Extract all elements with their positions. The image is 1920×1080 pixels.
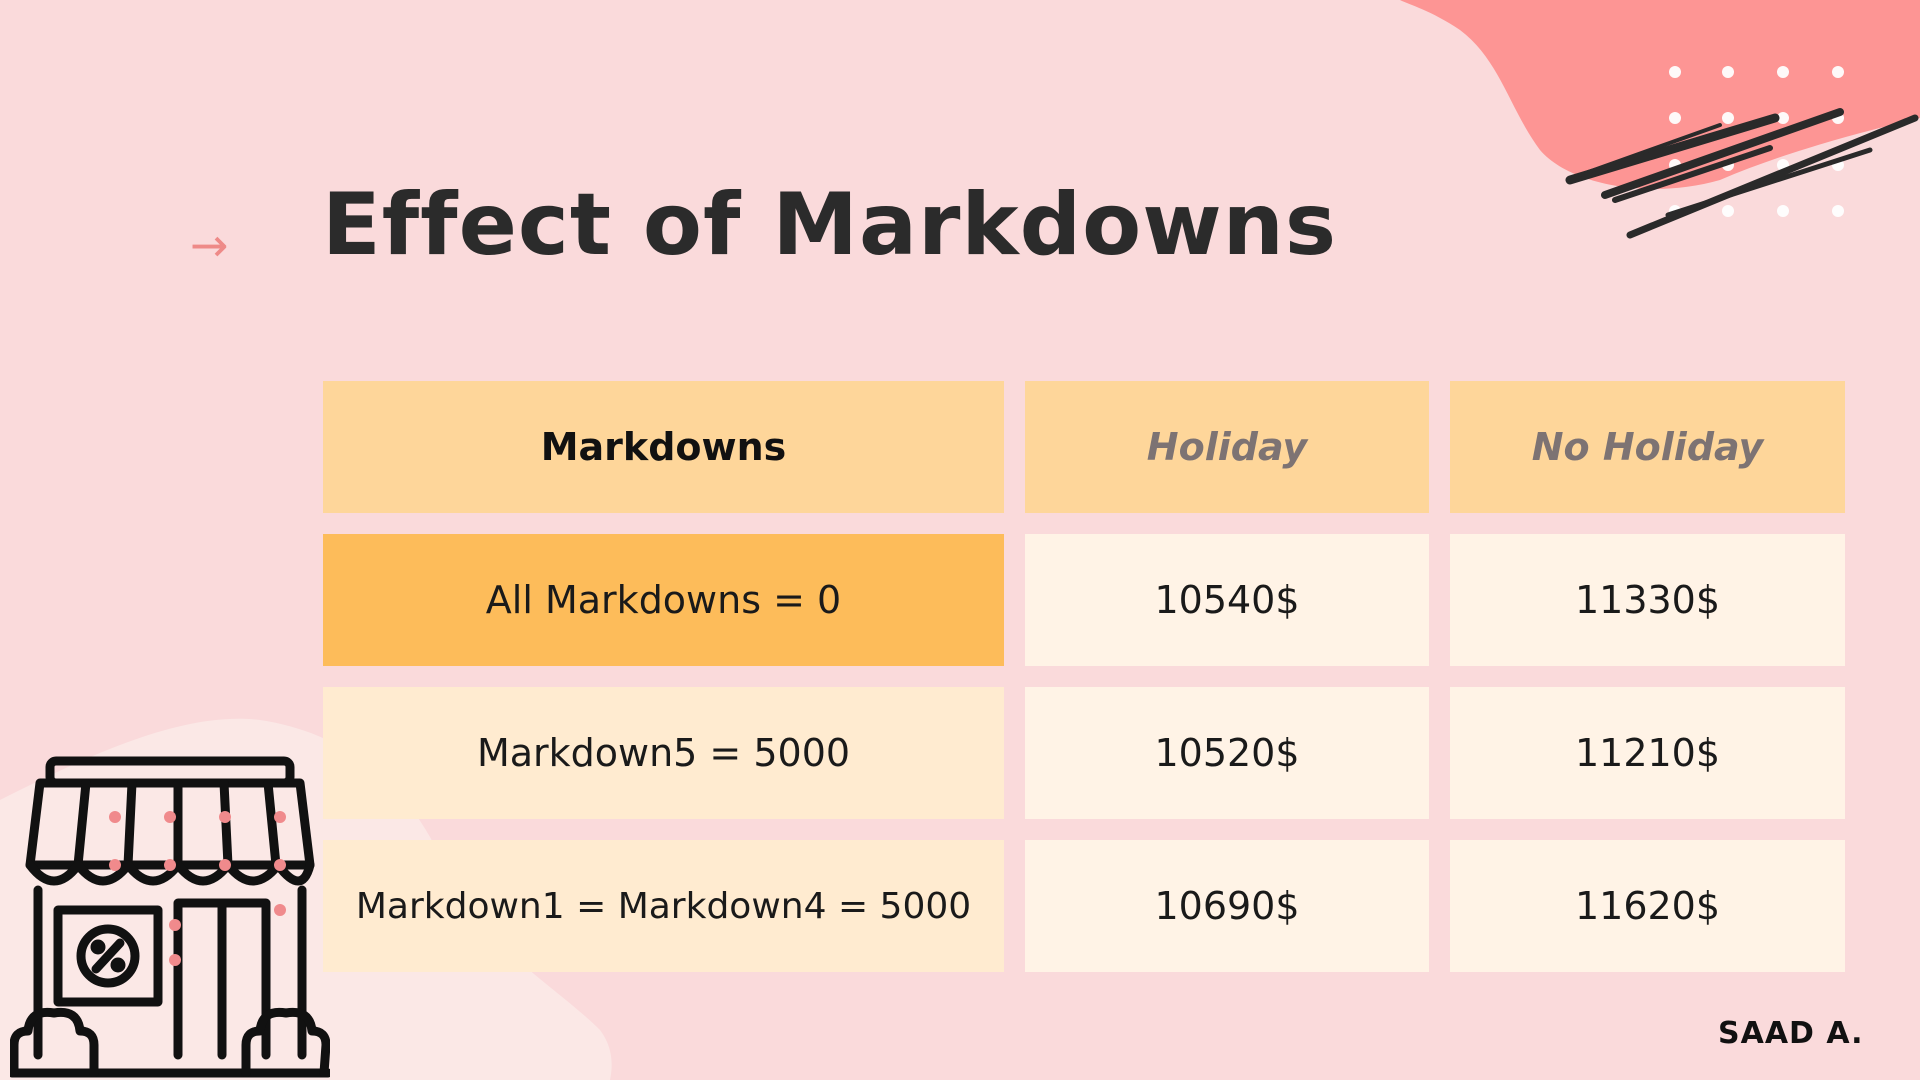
store-percent-icon: [10, 756, 330, 1078]
author-name: SAAD A.: [1718, 1016, 1864, 1051]
header-markdowns: Markdowns: [323, 381, 1004, 513]
row-label: Markdown5 = 5000: [323, 687, 1004, 819]
page-title: Effect of Markdowns: [322, 175, 1338, 275]
row-no-holiday-value: 11330$: [1450, 534, 1845, 666]
row-label: Markdown1 = Markdown4 = 5000: [323, 840, 1004, 972]
header-no-holiday: No Holiday: [1450, 381, 1845, 513]
row-no-holiday-value: 11620$: [1450, 840, 1845, 972]
header-holiday: Holiday: [1025, 381, 1429, 513]
row-holiday-value: 10690$: [1025, 840, 1429, 972]
row-no-holiday-value: 11210$: [1450, 687, 1845, 819]
row-holiday-value: 10520$: [1025, 687, 1429, 819]
row-holiday-value: 10540$: [1025, 534, 1429, 666]
row-label: All Markdowns = 0: [323, 534, 1004, 666]
arrow-right-icon: →: [190, 218, 229, 272]
markdowns-table: Markdowns Holiday No Holiday All Markdow…: [323, 381, 1845, 972]
